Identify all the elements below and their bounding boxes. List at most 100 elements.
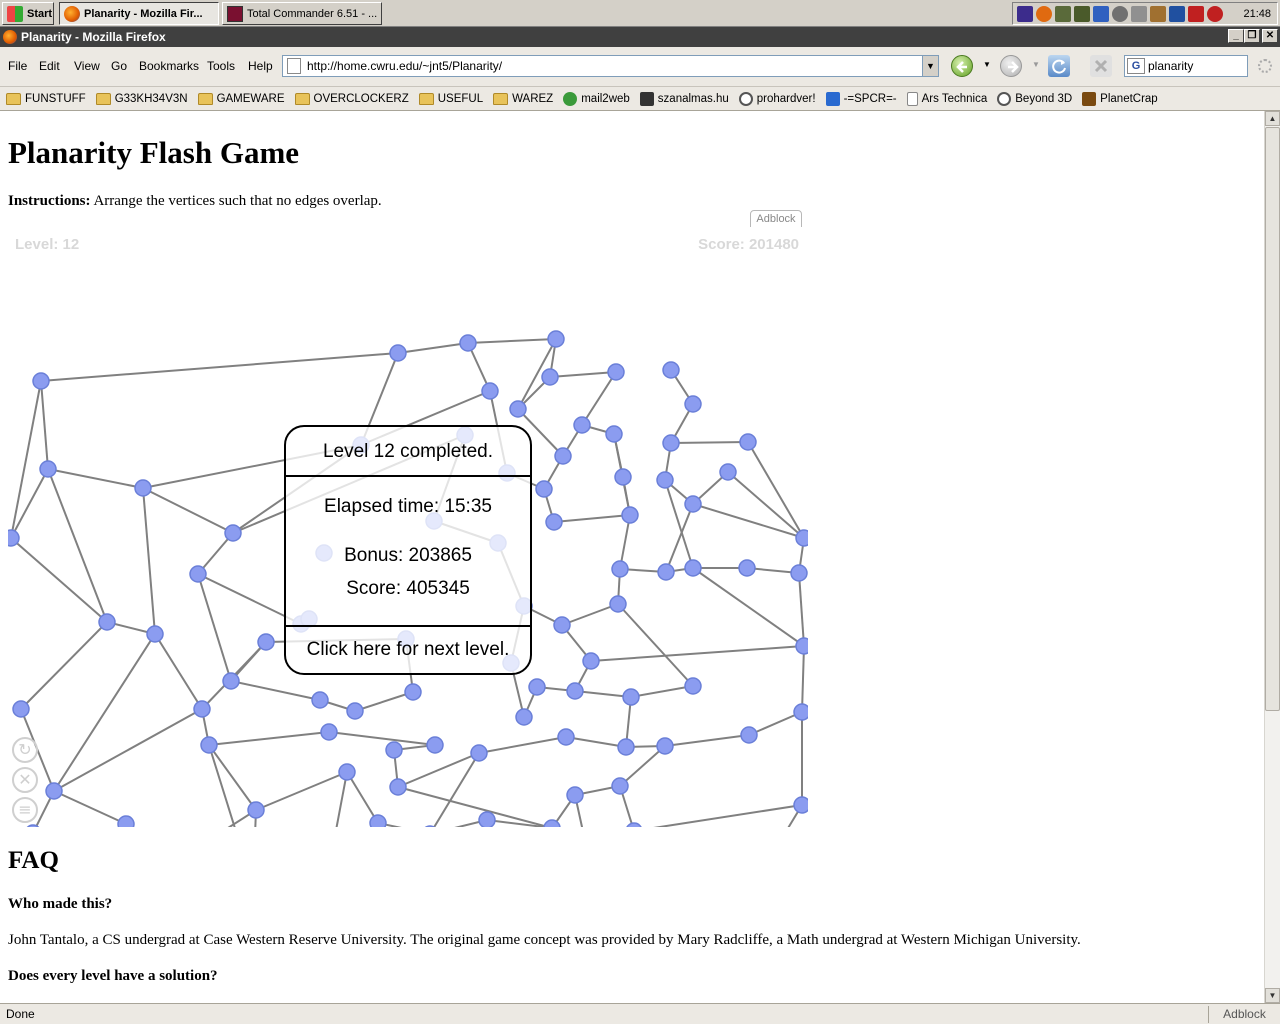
graph-vertex[interactable] xyxy=(609,595,627,613)
start-button[interactable]: Start xyxy=(2,2,54,25)
bookmark-szanalmas[interactable]: szanalmas.hu xyxy=(639,91,729,106)
graph-vertex[interactable] xyxy=(656,737,674,755)
bookmark-folder-g33kh34v3n[interactable]: G33KH34V3N xyxy=(95,92,188,105)
graph-vertex[interactable] xyxy=(566,786,584,804)
graph-vertex[interactable] xyxy=(614,468,632,486)
graph-vertex[interactable] xyxy=(32,372,50,390)
graph-vertex[interactable] xyxy=(795,529,808,547)
graph-vertex[interactable] xyxy=(545,513,563,531)
graph-vertex[interactable] xyxy=(793,703,808,721)
scroll-up-button[interactable]: ▲ xyxy=(1265,111,1280,126)
forward-history-dropdown[interactable]: ▼ xyxy=(1032,60,1040,69)
graph-vertex[interactable] xyxy=(389,344,407,362)
url-bar[interactable]: http://home.cwru.edu/~jnt5/Planarity/ ▼ xyxy=(282,55,939,77)
graph-vertex[interactable] xyxy=(404,683,422,701)
refresh-icon[interactable]: ↻ xyxy=(12,737,38,763)
graph-vertex[interactable] xyxy=(320,723,338,741)
graph-vertex[interactable] xyxy=(611,777,629,795)
network-icon[interactable] xyxy=(1093,5,1109,22)
clock[interactable]: 21:48 xyxy=(1243,8,1277,20)
graph-vertex[interactable] xyxy=(626,822,642,827)
graph-vertex[interactable] xyxy=(247,801,265,819)
antivirus-icon[interactable] xyxy=(1169,5,1185,22)
graph-vertex[interactable] xyxy=(224,524,242,542)
graph-vertex[interactable] xyxy=(582,652,600,670)
search-input[interactable]: planarity xyxy=(1148,59,1193,73)
menu-help[interactable]: Help xyxy=(248,59,273,73)
graph-vertex[interactable] xyxy=(193,700,211,718)
graph-vertex[interactable] xyxy=(656,471,674,489)
graph-vertex[interactable] xyxy=(607,363,625,381)
bookmark-spcr[interactable]: -=SPCR=- xyxy=(825,91,897,106)
graph-vertex[interactable] xyxy=(25,824,41,827)
list-icon[interactable]: ≡ xyxy=(12,797,38,823)
bookmark-ars-technica[interactable]: Ars Technica xyxy=(906,91,987,106)
graph-vertex[interactable] xyxy=(547,330,565,348)
bookmark-folder-overclockerz[interactable]: OVERCLOCKERZ xyxy=(294,92,409,105)
minimize-button[interactable]: _ xyxy=(1228,29,1244,43)
graph-vertex[interactable] xyxy=(189,565,207,583)
bookmark-beyond3d[interactable]: Beyond 3D xyxy=(997,91,1072,106)
graph-vertex[interactable] xyxy=(8,529,20,547)
graph-vertex[interactable] xyxy=(621,506,639,524)
graph-vertex[interactable] xyxy=(478,811,496,827)
graph-vertex[interactable] xyxy=(481,382,499,400)
graph-vertex[interactable] xyxy=(385,741,403,759)
menu-tools[interactable]: Tools xyxy=(207,59,235,73)
floppy-icon[interactable] xyxy=(1017,5,1033,22)
menu-view[interactable]: View xyxy=(74,59,100,73)
back-button[interactable] xyxy=(951,55,973,77)
menu-edit[interactable]: Edit xyxy=(39,59,60,73)
graph-vertex[interactable] xyxy=(554,447,572,465)
scroll-down-button[interactable]: ▼ xyxy=(1265,988,1280,1003)
graph-vertex[interactable] xyxy=(605,425,623,443)
back-history-dropdown[interactable]: ▼ xyxy=(983,60,991,69)
taskbar-button-total-commander[interactable]: Total Commander 6.51 - ... xyxy=(222,2,382,25)
search-box[interactable]: G planarity xyxy=(1124,55,1248,77)
shield-icon[interactable] xyxy=(1188,5,1204,22)
graph-vertex[interactable] xyxy=(45,782,63,800)
close-window-button[interactable]: ✕ xyxy=(1262,29,1278,43)
menu-go[interactable]: Go xyxy=(111,59,127,73)
graph-vertex[interactable] xyxy=(389,778,407,796)
graph-vertex[interactable] xyxy=(515,708,533,726)
reload-button[interactable] xyxy=(1048,55,1070,77)
forward-button[interactable] xyxy=(1000,55,1022,77)
graph-vertex[interactable] xyxy=(739,433,757,451)
bookmark-mail2web[interactable]: mail2web xyxy=(563,91,630,106)
graph-vertex[interactable] xyxy=(793,796,808,814)
graph-vertex[interactable] xyxy=(369,814,387,827)
graph-vertex[interactable] xyxy=(684,677,702,695)
graph-vertex[interactable] xyxy=(426,736,444,754)
graph-vertex[interactable] xyxy=(719,463,737,481)
graph-vertex[interactable] xyxy=(470,744,488,762)
graph-vertex[interactable] xyxy=(257,633,275,651)
graph-vertex[interactable] xyxy=(557,728,575,746)
graph-vertex[interactable] xyxy=(12,700,30,718)
gauge-icon[interactable] xyxy=(1112,5,1128,22)
graph-vertex[interactable] xyxy=(566,682,584,700)
graph-vertex[interactable] xyxy=(338,763,356,781)
graph-vertex[interactable] xyxy=(541,368,559,386)
graph-vertex[interactable] xyxy=(622,688,640,706)
graph-vertex[interactable] xyxy=(528,678,546,696)
stop-button[interactable] xyxy=(1090,55,1112,77)
vertical-scrollbar[interactable]: ▲ ▼ xyxy=(1264,111,1280,1003)
graph-vertex[interactable] xyxy=(684,495,702,513)
graph-vertex[interactable] xyxy=(117,815,135,827)
bookmark-folder-warez[interactable]: WAREZ xyxy=(493,92,553,105)
chart-icon[interactable] xyxy=(1074,5,1090,22)
bookmark-folder-gameware[interactable]: GAMEWARE xyxy=(197,92,285,105)
graph-vertex[interactable] xyxy=(684,395,702,413)
adblock-tab[interactable]: Adblock xyxy=(750,210,802,228)
close-icon[interactable]: ✕ xyxy=(12,767,38,793)
scroll-thumb[interactable] xyxy=(1265,127,1280,711)
graph-vertex[interactable] xyxy=(611,560,629,578)
firefox-tray-icon[interactable] xyxy=(1036,5,1052,22)
menu-file[interactable]: File xyxy=(8,59,27,73)
graph-vertex[interactable] xyxy=(146,625,164,643)
graph-vertex[interactable] xyxy=(657,563,675,581)
graph-vertex[interactable] xyxy=(39,460,57,478)
search-engine-icon[interactable]: G xyxy=(1127,58,1145,74)
graph-vertex[interactable] xyxy=(795,637,808,655)
